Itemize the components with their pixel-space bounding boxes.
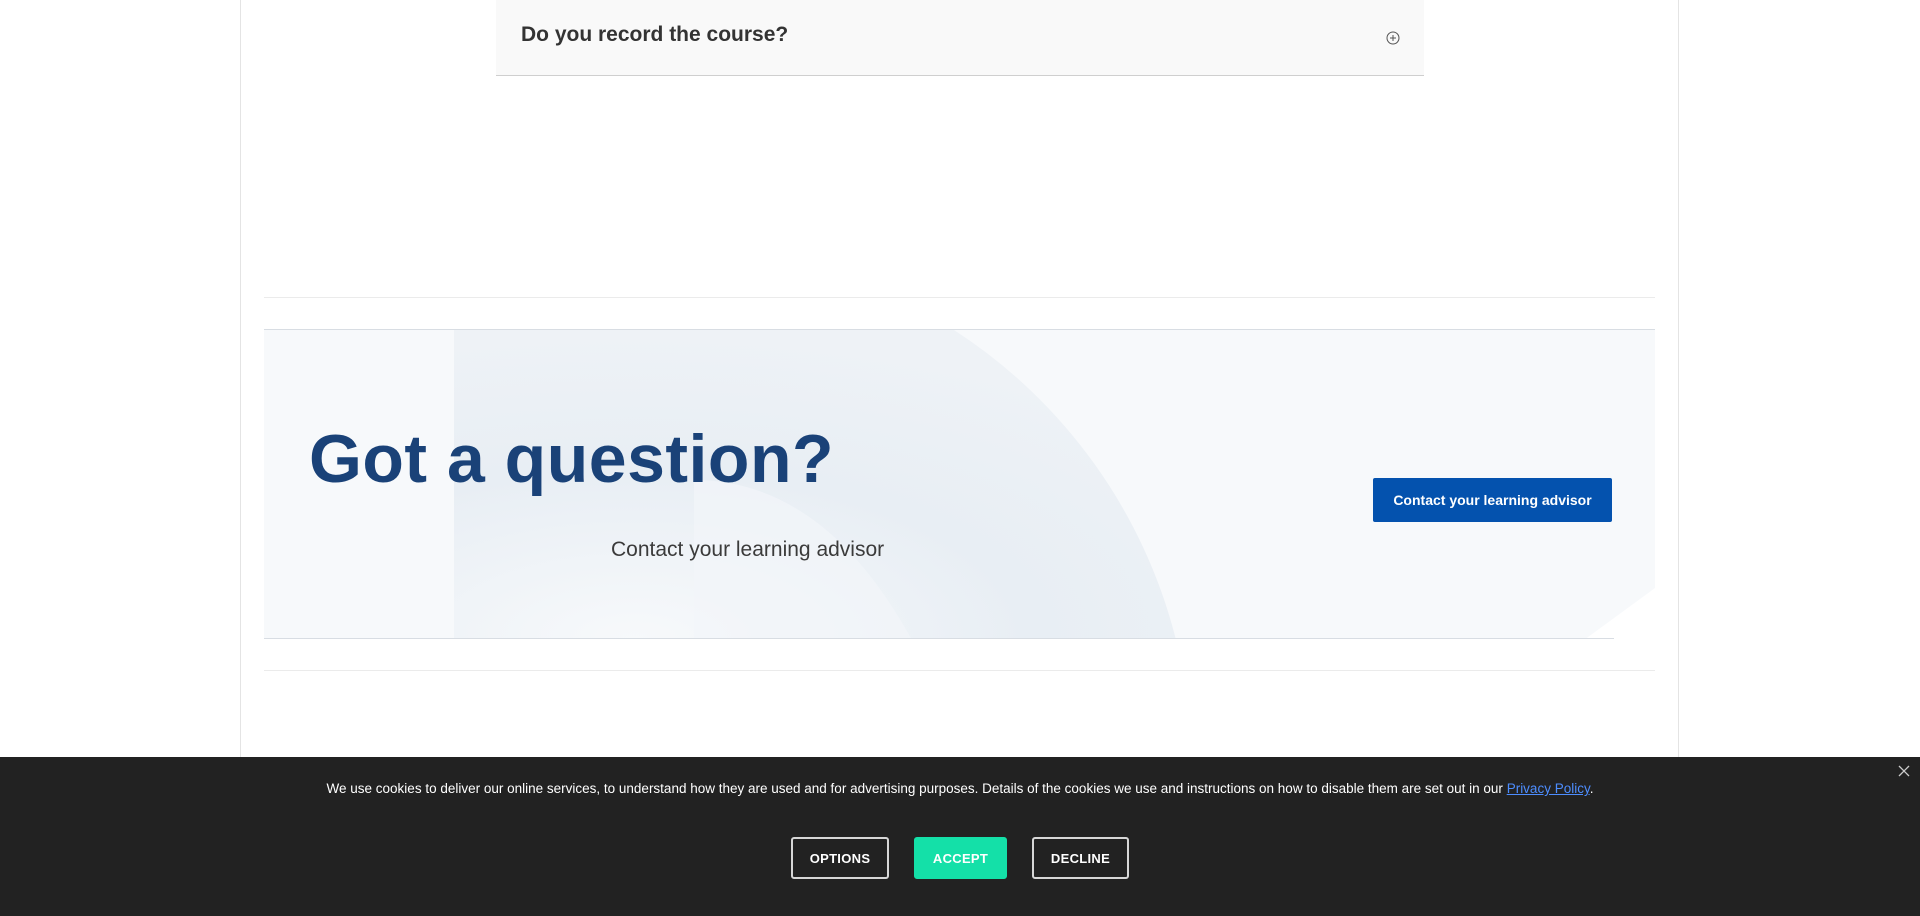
- cta-subtitle: Contact your learning advisor: [611, 538, 885, 561]
- cookie-decline-button[interactable]: DECLINE: [1032, 837, 1129, 879]
- cta-bottom-divider: [264, 638, 1614, 639]
- cookie-banner: We use cookies to deliver our online ser…: [0, 757, 1920, 916]
- cookie-message-end: .: [1589, 781, 1594, 796]
- cookie-options-button[interactable]: OPTIONS: [791, 837, 889, 879]
- page: Do you record the course? Got a question…: [0, 0, 1920, 916]
- cookie-accept-button[interactable]: ACCEPT: [914, 837, 1007, 879]
- section-divider-top: [264, 297, 1655, 298]
- privacy-policy-link[interactable]: Privacy Policy: [1507, 781, 1590, 796]
- contact-cta-card: Got a question? Contact your learning ad…: [264, 329, 1655, 639]
- cta-title: Got a question?: [309, 421, 835, 497]
- cookie-message-text: We use cookies to deliver our online ser…: [326, 781, 1507, 796]
- faq-question: Do you record the course?: [521, 23, 789, 46]
- cookie-message: We use cookies to deliver our online ser…: [0, 781, 1920, 796]
- section-divider-bottom: [264, 670, 1655, 671]
- faq-item-record-course[interactable]: Do you record the course?: [496, 0, 1424, 76]
- close-icon[interactable]: [1896, 763, 1912, 779]
- plus-circle-icon[interactable]: [1386, 31, 1400, 45]
- contact-learning-advisor-button[interactable]: Contact your learning advisor: [1373, 478, 1612, 522]
